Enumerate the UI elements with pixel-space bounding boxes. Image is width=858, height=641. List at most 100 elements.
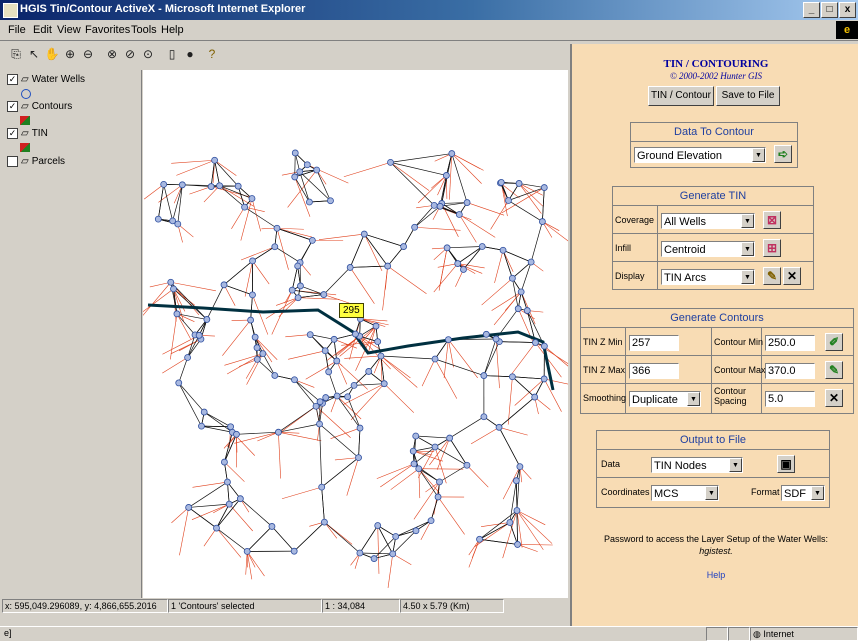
water-well-node[interactable] xyxy=(185,354,191,360)
water-well-node[interactable] xyxy=(319,484,325,490)
water-well-node[interactable] xyxy=(500,247,506,253)
maximize-button[interactable]: □ xyxy=(821,2,838,18)
display-select[interactable]: TIN Arcs▼ xyxy=(661,269,755,285)
identify-icon[interactable]: ▯ xyxy=(164,46,180,62)
menu-tools[interactable]: Tools xyxy=(131,24,157,36)
menu-help[interactable]: Help xyxy=(161,24,184,36)
water-well-node[interactable] xyxy=(291,377,297,383)
water-well-node[interactable] xyxy=(443,172,449,178)
water-well-node[interactable] xyxy=(249,292,255,298)
water-well-node[interactable] xyxy=(272,372,278,378)
water-well-node[interactable] xyxy=(249,195,255,201)
water-well-node[interactable] xyxy=(361,231,367,237)
water-well-node[interactable] xyxy=(314,167,320,173)
zoom-out-icon[interactable]: ⊖ xyxy=(80,46,96,62)
water-well-node[interactable] xyxy=(295,263,301,269)
water-well-node[interactable] xyxy=(204,316,210,322)
water-well-node[interactable] xyxy=(323,395,329,401)
water-well-node[interactable] xyxy=(528,259,534,265)
water-well-node[interactable] xyxy=(444,245,450,251)
water-well-node[interactable] xyxy=(174,311,180,317)
water-well-node[interactable] xyxy=(516,180,522,186)
water-well-node[interactable] xyxy=(410,448,416,454)
water-well-node[interactable] xyxy=(507,519,513,525)
water-well-node[interactable] xyxy=(413,433,419,439)
water-well-node[interactable] xyxy=(464,462,470,468)
water-well-node[interactable] xyxy=(515,306,521,312)
infill-grid-button[interactable]: ⊞ xyxy=(763,239,781,257)
water-well-node[interactable] xyxy=(275,429,281,435)
water-well-node[interactable] xyxy=(388,159,394,165)
water-well-node[interactable] xyxy=(306,199,312,205)
clear-coverage-button[interactable]: ⊠ xyxy=(763,211,781,229)
layer-item-contours[interactable]: ✓ ▱ Contours xyxy=(7,101,72,112)
water-well-node[interactable] xyxy=(291,548,297,554)
copy-icon[interactable]: ⎘ xyxy=(8,46,24,62)
water-well-node[interactable] xyxy=(479,244,485,250)
water-well-node[interactable] xyxy=(375,523,381,529)
water-well-node[interactable] xyxy=(412,224,418,230)
water-well-node[interactable] xyxy=(297,283,303,289)
water-well-node[interactable] xyxy=(524,308,530,314)
water-well-node[interactable] xyxy=(518,289,524,295)
menu-view[interactable]: View xyxy=(57,24,81,36)
delete-tin-button[interactable]: ✕ xyxy=(783,267,801,285)
water-well-node[interactable] xyxy=(515,541,521,547)
water-well-node[interactable] xyxy=(326,369,332,375)
zoom-layer-icon[interactable]: ⊙ xyxy=(140,46,156,62)
water-well-node[interactable] xyxy=(431,202,437,208)
layer-checkbox[interactable]: ✓ xyxy=(7,101,18,112)
water-well-node[interactable] xyxy=(171,286,177,292)
water-well-node[interactable] xyxy=(498,179,504,185)
water-well-node[interactable] xyxy=(357,425,363,431)
water-well-node[interactable] xyxy=(393,534,399,540)
water-well-node[interactable] xyxy=(221,459,227,465)
layer-item-tin[interactable]: ✓ ▱ TIN xyxy=(7,128,48,139)
help-icon[interactable]: ? xyxy=(204,46,220,62)
contour-min-button[interactable]: ✐ xyxy=(825,333,843,351)
close-button[interactable]: x xyxy=(839,2,856,18)
water-well-node[interactable] xyxy=(198,423,204,429)
zoom-previous-icon[interactable]: ⊘ xyxy=(122,46,138,62)
minimize-button[interactable]: _ xyxy=(803,2,820,18)
water-well-node[interactable] xyxy=(381,381,387,387)
water-well-node[interactable] xyxy=(513,478,519,484)
water-well-node[interactable] xyxy=(416,466,422,472)
apply-arrow-button[interactable]: ➪ xyxy=(774,145,792,163)
water-well-node[interactable] xyxy=(292,150,298,156)
water-well-node[interactable] xyxy=(224,479,230,485)
water-well-node[interactable] xyxy=(455,261,461,267)
water-well-node[interactable] xyxy=(176,380,182,386)
water-well-node[interactable] xyxy=(435,494,441,500)
zoom-in-icon[interactable]: ⊕ xyxy=(62,46,78,62)
water-well-node[interactable] xyxy=(496,424,502,430)
format-select[interactable]: SDF▼ xyxy=(781,485,825,501)
water-well-node[interactable] xyxy=(317,421,323,427)
water-well-node[interactable] xyxy=(242,204,248,210)
water-well-node[interactable] xyxy=(509,275,515,281)
water-well-node[interactable] xyxy=(309,237,315,243)
water-well-node[interactable] xyxy=(334,393,340,399)
water-well-node[interactable] xyxy=(186,504,192,510)
water-well-node[interactable] xyxy=(413,528,419,534)
water-well-node[interactable] xyxy=(432,356,438,362)
water-well-node[interactable] xyxy=(213,525,219,531)
water-well-node[interactable] xyxy=(252,334,258,340)
water-well-node[interactable] xyxy=(401,244,407,250)
water-well-node[interactable] xyxy=(481,373,487,379)
tin-z-min-field[interactable]: 257 xyxy=(629,335,679,351)
help-link[interactable]: Help xyxy=(572,570,858,580)
water-well-node[interactable] xyxy=(493,336,499,342)
water-well-node[interactable] xyxy=(331,336,337,342)
water-well-node[interactable] xyxy=(483,331,489,337)
coverage-select[interactable]: All Wells▼ xyxy=(661,213,755,229)
water-well-node[interactable] xyxy=(505,198,511,204)
water-well-node[interactable] xyxy=(347,264,353,270)
water-well-node[interactable] xyxy=(447,435,453,441)
map-canvas[interactable]: 295 xyxy=(143,70,568,598)
water-well-node[interactable] xyxy=(295,295,301,301)
menu-file[interactable]: File xyxy=(8,24,26,36)
water-well-node[interactable] xyxy=(327,198,333,204)
contour-max-field[interactable]: 370.0 xyxy=(765,363,815,379)
water-well-node[interactable] xyxy=(437,203,443,209)
